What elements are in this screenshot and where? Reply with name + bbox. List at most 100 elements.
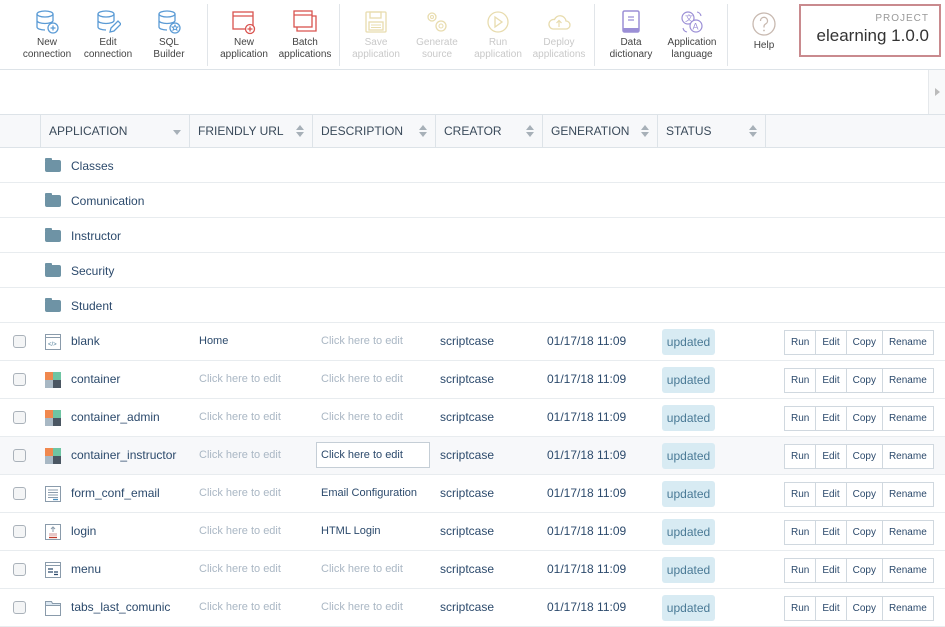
folder-row[interactable]: Classes xyxy=(0,148,945,183)
edit-button[interactable]: Edit xyxy=(816,521,847,544)
folder-name[interactable]: Security xyxy=(71,264,114,278)
row-checkbox[interactable] xyxy=(13,525,26,538)
column-header-generation[interactable]: GENERATION xyxy=(542,115,657,147)
expand-panel-toggle[interactable] xyxy=(928,70,945,114)
rename-button[interactable]: Rename xyxy=(883,369,933,392)
batch-applications-button[interactable]: Batch applications xyxy=(274,4,336,66)
application-name[interactable]: container_instructor xyxy=(71,448,176,462)
copy-button[interactable]: Copy xyxy=(847,483,883,506)
run-button[interactable]: Run xyxy=(785,407,817,430)
application-name[interactable]: menu xyxy=(71,562,101,576)
friendly-url-field[interactable]: Click here to edit xyxy=(199,525,281,537)
application-row[interactable]: menu Click here to edit Click here to ed… xyxy=(0,551,945,589)
friendly-url-field[interactable]: Home xyxy=(199,335,228,347)
friendly-url-field[interactable]: Click here to edit xyxy=(199,487,281,499)
application-name[interactable]: login xyxy=(71,524,96,538)
row-checkbox[interactable] xyxy=(13,563,26,576)
rename-button[interactable]: Rename xyxy=(883,445,933,468)
folder-row[interactable]: Instructor xyxy=(0,218,945,253)
description-field[interactable]: Email Configuration xyxy=(321,487,417,499)
row-checkbox[interactable] xyxy=(13,601,26,614)
column-header-description[interactable]: DESCRIPTION xyxy=(312,115,435,147)
application-name[interactable]: form_conf_email xyxy=(71,486,160,500)
application-name[interactable]: tabs_last_comunic xyxy=(71,600,170,614)
column-header-creator[interactable]: CREATOR xyxy=(435,115,542,147)
copy-button[interactable]: Copy xyxy=(847,407,883,430)
run-button[interactable]: Run xyxy=(785,445,817,468)
rename-button[interactable]: Rename xyxy=(883,407,933,430)
column-header-application[interactable]: APPLICATION xyxy=(40,115,189,147)
edit-button[interactable]: Edit xyxy=(816,369,847,392)
friendly-url-field[interactable]: Click here to edit xyxy=(199,563,281,575)
copy-button[interactable]: Copy xyxy=(847,521,883,544)
folder-name[interactable]: Classes xyxy=(71,159,114,173)
row-checkbox[interactable] xyxy=(13,487,26,500)
data-dictionary-button[interactable]: Data dictionary xyxy=(600,4,662,66)
run-button[interactable]: Run xyxy=(785,521,817,544)
sort-both-icon[interactable] xyxy=(296,125,304,137)
row-checkbox[interactable] xyxy=(13,449,26,462)
description-field[interactable]: Click here to edit xyxy=(321,411,403,423)
run-button[interactable]: Run xyxy=(785,369,817,392)
sort-both-icon[interactable] xyxy=(526,125,534,137)
edit-connection-button[interactable]: Edit connection xyxy=(77,4,139,66)
run-button[interactable]: Run xyxy=(785,483,817,506)
copy-button[interactable]: Copy xyxy=(847,559,883,582)
column-header-friendly-url[interactable]: FRIENDLY URL xyxy=(189,115,312,147)
new-application-button[interactable]: New application xyxy=(213,4,275,66)
description-edit-field[interactable]: Click here to edit xyxy=(316,442,430,468)
friendly-url-field[interactable]: Click here to edit xyxy=(199,449,281,461)
application-row[interactable]: container_instructor Click here to edit … xyxy=(0,437,945,475)
row-checkbox[interactable] xyxy=(13,335,26,348)
rename-button[interactable]: Rename xyxy=(883,559,933,582)
description-field[interactable]: Click here to edit xyxy=(321,563,403,575)
row-checkbox[interactable] xyxy=(13,411,26,424)
folder-row[interactable]: Comunication xyxy=(0,183,945,218)
application-row[interactable]: form_conf_email Click here to edit Email… xyxy=(0,475,945,513)
sort-both-icon[interactable] xyxy=(641,125,649,137)
application-language-button[interactable]: 文 A Application language xyxy=(661,4,723,66)
column-header-status[interactable]: STATUS xyxy=(657,115,765,147)
copy-button[interactable]: Copy xyxy=(847,369,883,392)
folder-row[interactable]: Student xyxy=(0,288,945,323)
copy-button[interactable]: Copy xyxy=(847,597,883,620)
application-row[interactable]: tabs_last_comunic Click here to edit Cli… xyxy=(0,589,945,627)
description-field[interactable]: Click here to edit xyxy=(321,373,403,385)
sort-both-icon[interactable] xyxy=(749,125,757,137)
description-field[interactable]: Click here to edit xyxy=(321,601,403,613)
sort-descending-icon[interactable] xyxy=(173,125,181,137)
edit-button[interactable]: Edit xyxy=(816,331,847,354)
sql-builder-button[interactable]: SQL Builder xyxy=(138,4,200,66)
edit-button[interactable]: Edit xyxy=(816,407,847,430)
friendly-url-field[interactable]: Click here to edit xyxy=(199,373,281,385)
rename-button[interactable]: Rename xyxy=(883,483,933,506)
friendly-url-field[interactable]: Click here to edit xyxy=(199,411,281,423)
run-button[interactable]: Run xyxy=(785,559,817,582)
sort-both-icon[interactable] xyxy=(419,125,427,137)
folder-name[interactable]: Student xyxy=(71,299,112,313)
rename-button[interactable]: Rename xyxy=(883,331,933,354)
copy-button[interactable]: Copy xyxy=(847,445,883,468)
folder-name[interactable]: Comunication xyxy=(71,194,144,208)
application-row[interactable]: </> blank Home Click here to edit script… xyxy=(0,323,945,361)
description-field[interactable]: HTML Login xyxy=(321,525,381,537)
application-name[interactable]: container_admin xyxy=(71,410,160,424)
application-row[interactable]: login Click here to edit HTML Login scri… xyxy=(0,513,945,551)
application-row[interactable]: container Click here to edit Click here … xyxy=(0,361,945,399)
copy-button[interactable]: Copy xyxy=(847,331,883,354)
edit-button[interactable]: Edit xyxy=(816,483,847,506)
new-connection-button[interactable]: New connection xyxy=(16,4,78,66)
application-row[interactable]: container_admin Click here to edit Click… xyxy=(0,399,945,437)
run-button[interactable]: Run xyxy=(785,597,817,620)
help-button[interactable]: Help xyxy=(733,4,795,66)
friendly-url-field[interactable]: Click here to edit xyxy=(199,601,281,613)
folder-row[interactable]: Security xyxy=(0,253,945,288)
description-field[interactable]: Click here to edit xyxy=(321,335,403,347)
run-button[interactable]: Run xyxy=(785,331,817,354)
edit-button[interactable]: Edit xyxy=(816,559,847,582)
folder-name[interactable]: Instructor xyxy=(71,229,121,243)
edit-button[interactable]: Edit xyxy=(816,445,847,468)
rename-button[interactable]: Rename xyxy=(883,597,933,620)
application-name[interactable]: blank xyxy=(71,334,100,348)
edit-button[interactable]: Edit xyxy=(816,597,847,620)
